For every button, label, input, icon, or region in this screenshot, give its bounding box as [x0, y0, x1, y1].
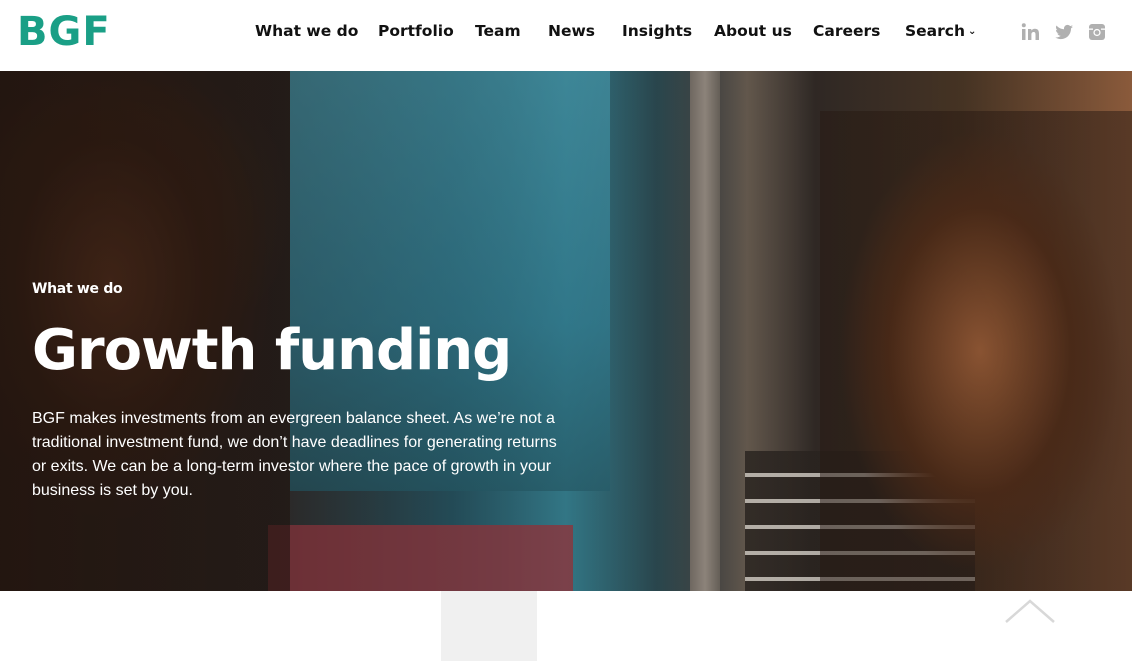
nav-item-portfolio[interactable]: Portfolio [378, 22, 454, 40]
hero-title: Growth funding [32, 318, 512, 383]
hero-section: What we do Growth funding BGF makes inve… [0, 71, 1132, 591]
linkedin-icon[interactable] [1021, 22, 1041, 42]
nav-item-insights[interactable]: Insights [622, 22, 692, 40]
chevron-up-icon[interactable] [1003, 595, 1057, 625]
nav-item-team[interactable]: Team [475, 22, 521, 40]
instagram-icon[interactable] [1087, 22, 1107, 42]
content-placeholder [441, 591, 537, 661]
nav-item-careers[interactable]: Careers [813, 22, 880, 40]
content-section [0, 591, 1132, 661]
hero-eyebrow: What we do [32, 281, 123, 297]
site-header: BGF What we do Portfolio Team News Insig… [0, 0, 1132, 71]
nav-item-search-label: Search [905, 22, 966, 40]
main-nav: What we do Portfolio Team News Insights … [0, 0, 1132, 71]
nav-item-about-us[interactable]: About us [714, 22, 792, 40]
twitter-icon[interactable] [1054, 22, 1074, 42]
nav-item-what-we-do[interactable]: What we do [255, 22, 358, 40]
nav-item-news[interactable]: News [548, 22, 595, 40]
chevron-down-icon: ⌄ [968, 26, 977, 37]
hero-body: BGF makes investments from an evergreen … [32, 410, 557, 499]
nav-item-search[interactable]: Search ⌄ [905, 22, 976, 40]
